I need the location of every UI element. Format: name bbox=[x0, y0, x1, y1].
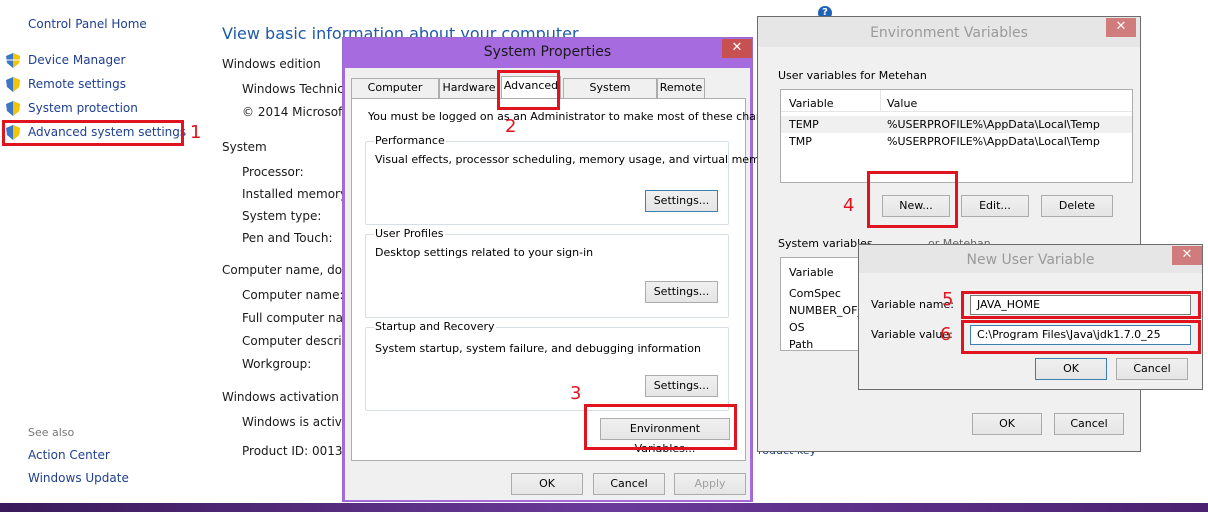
highlight-box-3 bbox=[584, 404, 737, 450]
column-divider bbox=[880, 90, 881, 112]
new-var-ok-button[interactable]: OK bbox=[1035, 358, 1107, 380]
performance-settings-button[interactable]: Settings... bbox=[645, 190, 718, 212]
close-icon[interactable]: ✕ bbox=[1106, 18, 1136, 37]
system-column-header-variable[interactable]: Variable bbox=[789, 266, 834, 279]
nav-system-protection[interactable]: System protection bbox=[28, 101, 138, 115]
close-icon[interactable]: ✕ bbox=[722, 39, 752, 58]
pen-touch-label: Pen and Touch: bbox=[242, 231, 333, 245]
edition-name: Windows Technica bbox=[242, 82, 352, 96]
user-row-variable[interactable]: TMP bbox=[789, 135, 812, 148]
control-panel-home-link[interactable]: Control Panel Home bbox=[28, 17, 147, 31]
performance-group: Performance Visual effects, processor sc… bbox=[365, 134, 778, 225]
user-variables-list: Variable Value TEMP %USERPROFILE%\AppDat… bbox=[780, 89, 1133, 183]
system-properties-title: System Properties bbox=[483, 44, 612, 60]
nav-device-manager[interactable]: Device Manager bbox=[28, 53, 125, 67]
nav-remote-settings[interactable]: Remote settings bbox=[28, 77, 126, 91]
shield-icon bbox=[6, 77, 20, 92]
tab-hardware[interactable]: Hardware bbox=[439, 78, 499, 98]
delete-variable-button[interactable]: Delete bbox=[1041, 195, 1113, 217]
system-heading: System bbox=[222, 140, 267, 154]
tab-remote[interactable]: Remote bbox=[657, 78, 705, 98]
computer-name-heading: Computer name, doma bbox=[222, 263, 362, 277]
product-id: Product ID: 00137- bbox=[242, 444, 355, 458]
annotation-2: 2 bbox=[505, 116, 517, 137]
windows-activation-heading: Windows activation bbox=[222, 390, 339, 404]
highlight-box-5 bbox=[961, 291, 1201, 319]
startup-recovery-desc: System startup, system failure, and debu… bbox=[375, 342, 701, 355]
cancel-button[interactable]: Cancel bbox=[593, 473, 665, 495]
column-header-value[interactable]: Value bbox=[887, 97, 917, 110]
see-also-label: See also bbox=[28, 426, 75, 439]
highlight-box-2 bbox=[497, 70, 560, 110]
full-computer-name-label: Full computer nam bbox=[242, 311, 355, 325]
annotation-5: 5 bbox=[942, 289, 954, 310]
startup-recovery-label: Startup and Recovery bbox=[374, 320, 496, 333]
user-row-value: %USERPROFILE%\AppData\Local\Temp bbox=[887, 135, 1100, 148]
installed-memory-label: Installed memory ( bbox=[242, 187, 356, 201]
edit-variable-button[interactable]: Edit... bbox=[961, 195, 1029, 217]
close-icon[interactable]: ✕ bbox=[1172, 246, 1202, 265]
startup-recovery-group: Startup and Recovery System startup, sys… bbox=[365, 320, 729, 411]
taskbar-strip bbox=[0, 503, 1208, 512]
admin-note: You must be logged on as an Administrato… bbox=[368, 110, 786, 123]
user-row-variable: TEMP bbox=[789, 118, 819, 131]
performance-desc: Visual effects, processor scheduling, me… bbox=[375, 153, 778, 166]
user-profiles-settings-button[interactable]: Settings... bbox=[645, 281, 718, 303]
new-user-variable-title: New User Variable bbox=[966, 252, 1095, 268]
system-row-variable[interactable]: Path bbox=[789, 338, 813, 351]
highlight-box-1 bbox=[2, 120, 184, 146]
column-header-variable[interactable]: Variable bbox=[789, 97, 834, 110]
highlight-box-6 bbox=[961, 320, 1201, 354]
env-ok-button[interactable]: OK bbox=[972, 413, 1042, 435]
user-profiles-label: User Profiles bbox=[374, 227, 445, 240]
ok-button[interactable]: OK bbox=[511, 473, 583, 495]
user-profiles-group: User Profiles Desktop settings related t… bbox=[365, 227, 729, 318]
system-type-label: System type: bbox=[242, 209, 322, 223]
shield-icon bbox=[6, 101, 20, 116]
windows-edition-heading: Windows edition bbox=[222, 57, 321, 71]
action-center-link[interactable]: Action Center bbox=[28, 448, 110, 462]
highlight-box-4 bbox=[867, 171, 958, 228]
windows-update-link[interactable]: Windows Update bbox=[28, 471, 129, 485]
user-profiles-desc: Desktop settings related to your sign-in bbox=[375, 246, 594, 259]
tab-computer-name[interactable]: Computer Name bbox=[351, 78, 439, 112]
tab-system-protection[interactable]: System Protection bbox=[563, 78, 657, 112]
new-var-cancel-button[interactable]: Cancel bbox=[1116, 358, 1188, 380]
system-row-variable[interactable]: ComSpec bbox=[789, 287, 841, 300]
env-cancel-button[interactable]: Cancel bbox=[1054, 413, 1124, 435]
performance-label: Performance bbox=[374, 134, 446, 147]
system-row-variable[interactable]: OS bbox=[789, 321, 805, 334]
workgroup-label: Workgroup: bbox=[242, 357, 312, 371]
annotation-3: 3 bbox=[570, 383, 582, 404]
user-variables-label: User variables for Metehan bbox=[778, 69, 927, 82]
annotation-4: 4 bbox=[843, 195, 855, 216]
user-row-value: %USERPROFILE%\AppData\Local\Temp bbox=[887, 118, 1100, 131]
apply-button[interactable]: Apply bbox=[674, 473, 746, 495]
shield-icon bbox=[6, 53, 20, 68]
annotation-6: 6 bbox=[940, 324, 952, 345]
activation-status: Windows is activat bbox=[242, 415, 354, 429]
computer-name-label: Computer name: bbox=[242, 288, 344, 302]
processor-label: Processor: bbox=[242, 165, 304, 179]
startup-recovery-settings-button[interactable]: Settings... bbox=[645, 375, 718, 397]
environment-variables-title: Environment Variables bbox=[870, 25, 1028, 41]
annotation-1: 1 bbox=[190, 122, 202, 143]
computer-description-label: Computer descript bbox=[242, 334, 354, 348]
